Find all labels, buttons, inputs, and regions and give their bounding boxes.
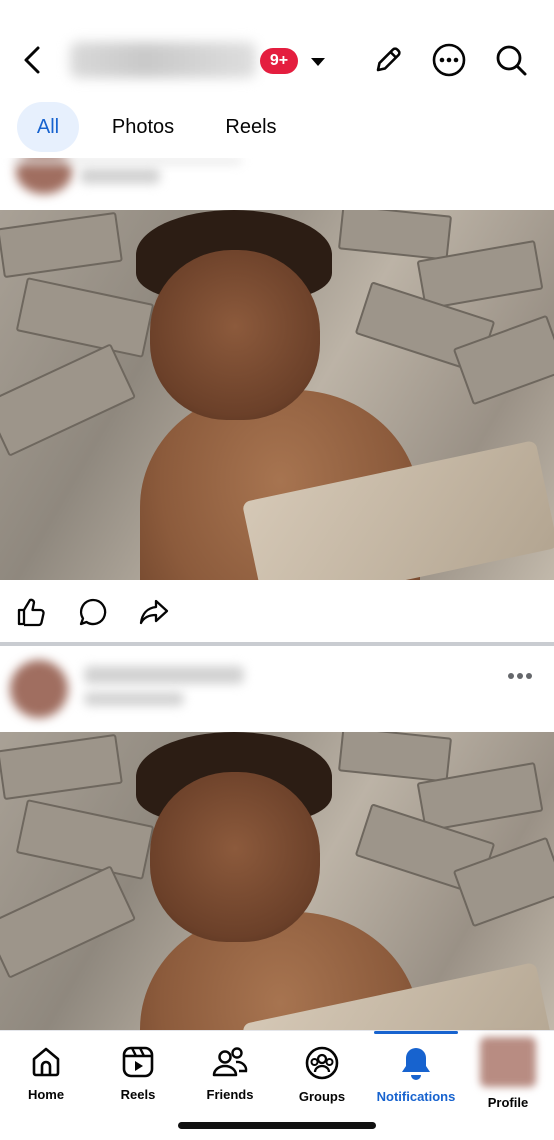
photo-subject-face xyxy=(150,772,320,942)
post-actions xyxy=(0,582,554,642)
avatar[interactable] xyxy=(10,660,68,718)
search-button[interactable] xyxy=(491,40,531,80)
nav-notifications[interactable]: Notifications xyxy=(368,1031,464,1111)
tab-all[interactable]: All xyxy=(17,102,79,152)
tab-reels[interactable]: Reels xyxy=(214,102,288,152)
top-bar: 9+ xyxy=(0,28,554,92)
search-icon xyxy=(496,45,527,76)
edit-button[interactable] xyxy=(368,40,408,80)
filter-tabs: All Photos Reels xyxy=(0,102,554,154)
share-icon xyxy=(139,599,169,625)
notification-badge: 9+ xyxy=(260,48,298,74)
nav-label: Groups xyxy=(298,1089,346,1104)
post-author-redacted xyxy=(12,158,242,164)
nav-profile[interactable]: Profile xyxy=(462,1031,554,1111)
photo-subject-face xyxy=(150,250,320,420)
post-more-button[interactable] xyxy=(500,660,540,692)
nav-label: Notifications xyxy=(376,1089,456,1104)
nav-friends[interactable]: Friends xyxy=(184,1031,276,1111)
post-header-redacted xyxy=(0,650,554,728)
profile-avatar xyxy=(480,1037,536,1087)
nav-groups[interactable]: Groups xyxy=(276,1031,368,1111)
nav-home[interactable]: Home xyxy=(0,1031,92,1111)
post-photo[interactable] xyxy=(0,210,554,580)
more-dots-icon xyxy=(508,673,532,679)
post-author-redacted[interactable] xyxy=(84,666,244,684)
like-button[interactable] xyxy=(13,594,49,630)
nav-reels[interactable]: Reels xyxy=(92,1031,184,1111)
back-button[interactable] xyxy=(14,42,50,78)
nav-label: Home xyxy=(27,1087,65,1102)
post-meta-redacted xyxy=(84,692,184,706)
friends-icon xyxy=(212,1047,248,1077)
switch-profile-button[interactable] xyxy=(306,50,330,74)
nav-label: Friends xyxy=(206,1087,254,1102)
page-name-redacted[interactable] xyxy=(70,42,256,78)
home-icon xyxy=(32,1047,60,1077)
comment-icon xyxy=(79,598,107,626)
post-header-redacted xyxy=(0,158,554,210)
back-arrow-icon xyxy=(24,46,40,74)
tab-photos[interactable]: Photos xyxy=(100,102,186,152)
reels-icon xyxy=(122,1046,154,1078)
home-indicator xyxy=(178,1122,376,1129)
bell-icon xyxy=(402,1048,430,1080)
pencil-icon xyxy=(376,47,401,72)
nav-label: Profile xyxy=(487,1095,529,1110)
like-icon xyxy=(17,598,45,627)
post-divider xyxy=(0,642,554,646)
more-options-button[interactable] xyxy=(429,40,469,80)
more-icon xyxy=(432,43,466,77)
post-meta-redacted xyxy=(80,168,160,184)
groups-icon xyxy=(305,1046,339,1080)
chevron-down-icon xyxy=(311,58,325,66)
nav-label: Reels xyxy=(120,1087,156,1102)
share-button[interactable] xyxy=(136,594,172,630)
post-photo[interactable] xyxy=(0,732,554,1030)
comment-button[interactable] xyxy=(75,594,111,630)
